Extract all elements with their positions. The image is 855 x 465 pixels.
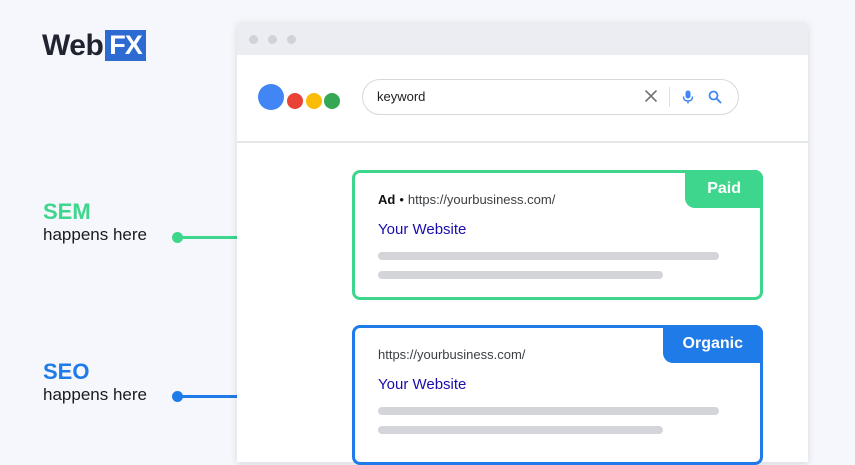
paid-result-title-link[interactable]: Your Website (378, 221, 466, 238)
organic-result-snippet-line-1 (378, 407, 719, 415)
ad-separator: • (399, 192, 404, 207)
search-input[interactable]: keyword (377, 80, 425, 114)
search-icon[interactable] (707, 89, 723, 105)
search-header: keyword (237, 55, 808, 143)
window-dot-1 (249, 35, 258, 44)
microphone-icon[interactable] (680, 89, 696, 105)
organic-badge: Organic (662, 325, 763, 363)
search-engine-logo-blue-dot (258, 84, 284, 110)
organic-result-snippet-line-2 (378, 426, 663, 434)
organic-result-url: https://yourbusiness.com/ (378, 347, 526, 362)
search-engine-logo-red-dot (287, 93, 303, 109)
sem-label: SEM happens here (43, 200, 147, 246)
seo-label: SEO happens here (43, 360, 147, 406)
seo-subtitle: happens here (43, 385, 147, 404)
paid-result-snippet-line-2 (378, 271, 663, 279)
close-icon[interactable] (643, 88, 659, 104)
search-divider (669, 87, 670, 107)
paid-result-snippet-line-1 (378, 252, 719, 260)
search-engine-logo-yellow-dot (306, 93, 322, 109)
ad-label: Ad (378, 192, 396, 207)
paid-result-url: https://yourbusiness.com/ (407, 192, 556, 207)
seo-title: SEO (43, 359, 90, 384)
paid-result-card[interactable]: Paid Ad • https://yourbusiness.com/ Your W… (352, 170, 763, 300)
window-dot-3 (287, 35, 296, 44)
search-engine-logo-green-dot (324, 93, 340, 109)
sem-title: SEM (43, 199, 91, 224)
browser-title-bar (237, 22, 808, 55)
sem-subtitle: happens here (43, 225, 147, 244)
logo-box-text: FX (105, 30, 146, 61)
paid-badge: Paid (685, 170, 763, 208)
window-dot-2 (268, 35, 277, 44)
organic-result-card[interactable]: Organic https://yourbusiness.com/ Your W… (352, 325, 763, 465)
search-box[interactable]: keyword (362, 79, 739, 115)
paid-result-url-line: Ad • https://yourbusiness.com/ (378, 192, 555, 207)
organic-result-title-link[interactable]: Your Website (378, 376, 466, 393)
logo-text: Web (42, 29, 104, 62)
webfx-logo: Web FX (42, 29, 146, 62)
